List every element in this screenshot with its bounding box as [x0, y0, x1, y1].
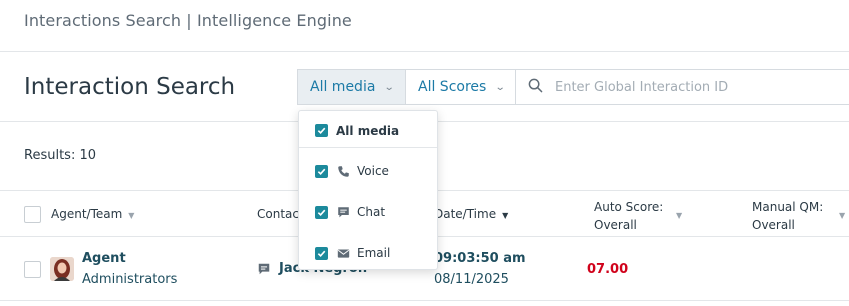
chevron-down-icon: ⌄ [495, 81, 506, 93]
media-filter-label: All media [310, 79, 376, 95]
filter-bar: All media ⌄ All Scores ⌄ [297, 69, 849, 105]
column-header-date-time[interactable]: Date/Time ▼ [434, 207, 508, 221]
sort-icon: ▼ [502, 211, 509, 220]
sort-icon: ▼ [128, 211, 135, 220]
search-area [516, 70, 849, 104]
chat-icon [336, 205, 350, 219]
agent-name[interactable]: Agent [82, 251, 126, 266]
dropdown-item-all-media[interactable]: All media [299, 114, 437, 148]
scores-filter-button[interactable]: All Scores ⌄ [406, 70, 516, 104]
checkbox-checked-icon[interactable] [315, 164, 328, 178]
sort-icon: ▼ [676, 211, 683, 220]
select-all-checkbox[interactable] [24, 206, 41, 223]
dropdown-item-label: Voice [357, 164, 389, 178]
column-header-contact[interactable]: Contact [257, 207, 304, 221]
checkbox-checked-icon[interactable] [315, 124, 328, 137]
dropdown-item-email[interactable]: Email [299, 238, 437, 268]
agent-team: Administrators [82, 272, 178, 287]
row-checkbox[interactable] [24, 261, 41, 278]
page-title: Interaction Search [24, 74, 236, 100]
scores-filter-label: All Scores [418, 79, 487, 95]
results-count: Results: 10 [24, 148, 96, 163]
chevron-down-icon: ⌄ [384, 81, 396, 93]
column-header-auto-score[interactable]: Auto Score: Overall [594, 198, 663, 234]
column-header-manual-qm[interactable]: Manual QM: Overall [752, 198, 823, 234]
search-icon [528, 78, 543, 97]
dropdown-item-label: Chat [357, 205, 386, 219]
phone-icon [336, 164, 350, 178]
dropdown-item-chat[interactable]: Chat [299, 197, 437, 227]
avatar [50, 257, 74, 281]
media-filter-button[interactable]: All media ⌄ [298, 70, 406, 104]
interaction-date: 08/11/2025 [434, 272, 509, 287]
dropdown-item-voice[interactable]: Voice [299, 156, 437, 186]
sort-icon: ▼ [839, 211, 846, 220]
top-bar: Interactions Search | Intelligence Engin… [0, 0, 849, 52]
checkbox-checked-icon[interactable] [315, 246, 328, 260]
auto-score-value: 07.00 [587, 262, 629, 277]
email-icon [336, 246, 350, 260]
chat-icon [258, 263, 270, 274]
interaction-time: 09:03:50 am [434, 251, 526, 266]
dropdown-item-label: All media [336, 123, 400, 138]
media-dropdown-menu: All media Voice Chat Email [298, 110, 438, 270]
breadcrumb: Interactions Search | Intelligence Engin… [24, 11, 352, 30]
column-header-agent-team[interactable]: Agent/Team ▼ [51, 207, 134, 221]
checkbox-checked-icon[interactable] [315, 205, 328, 219]
dropdown-item-label: Email [357, 246, 391, 260]
global-interaction-id-input[interactable] [555, 79, 849, 95]
